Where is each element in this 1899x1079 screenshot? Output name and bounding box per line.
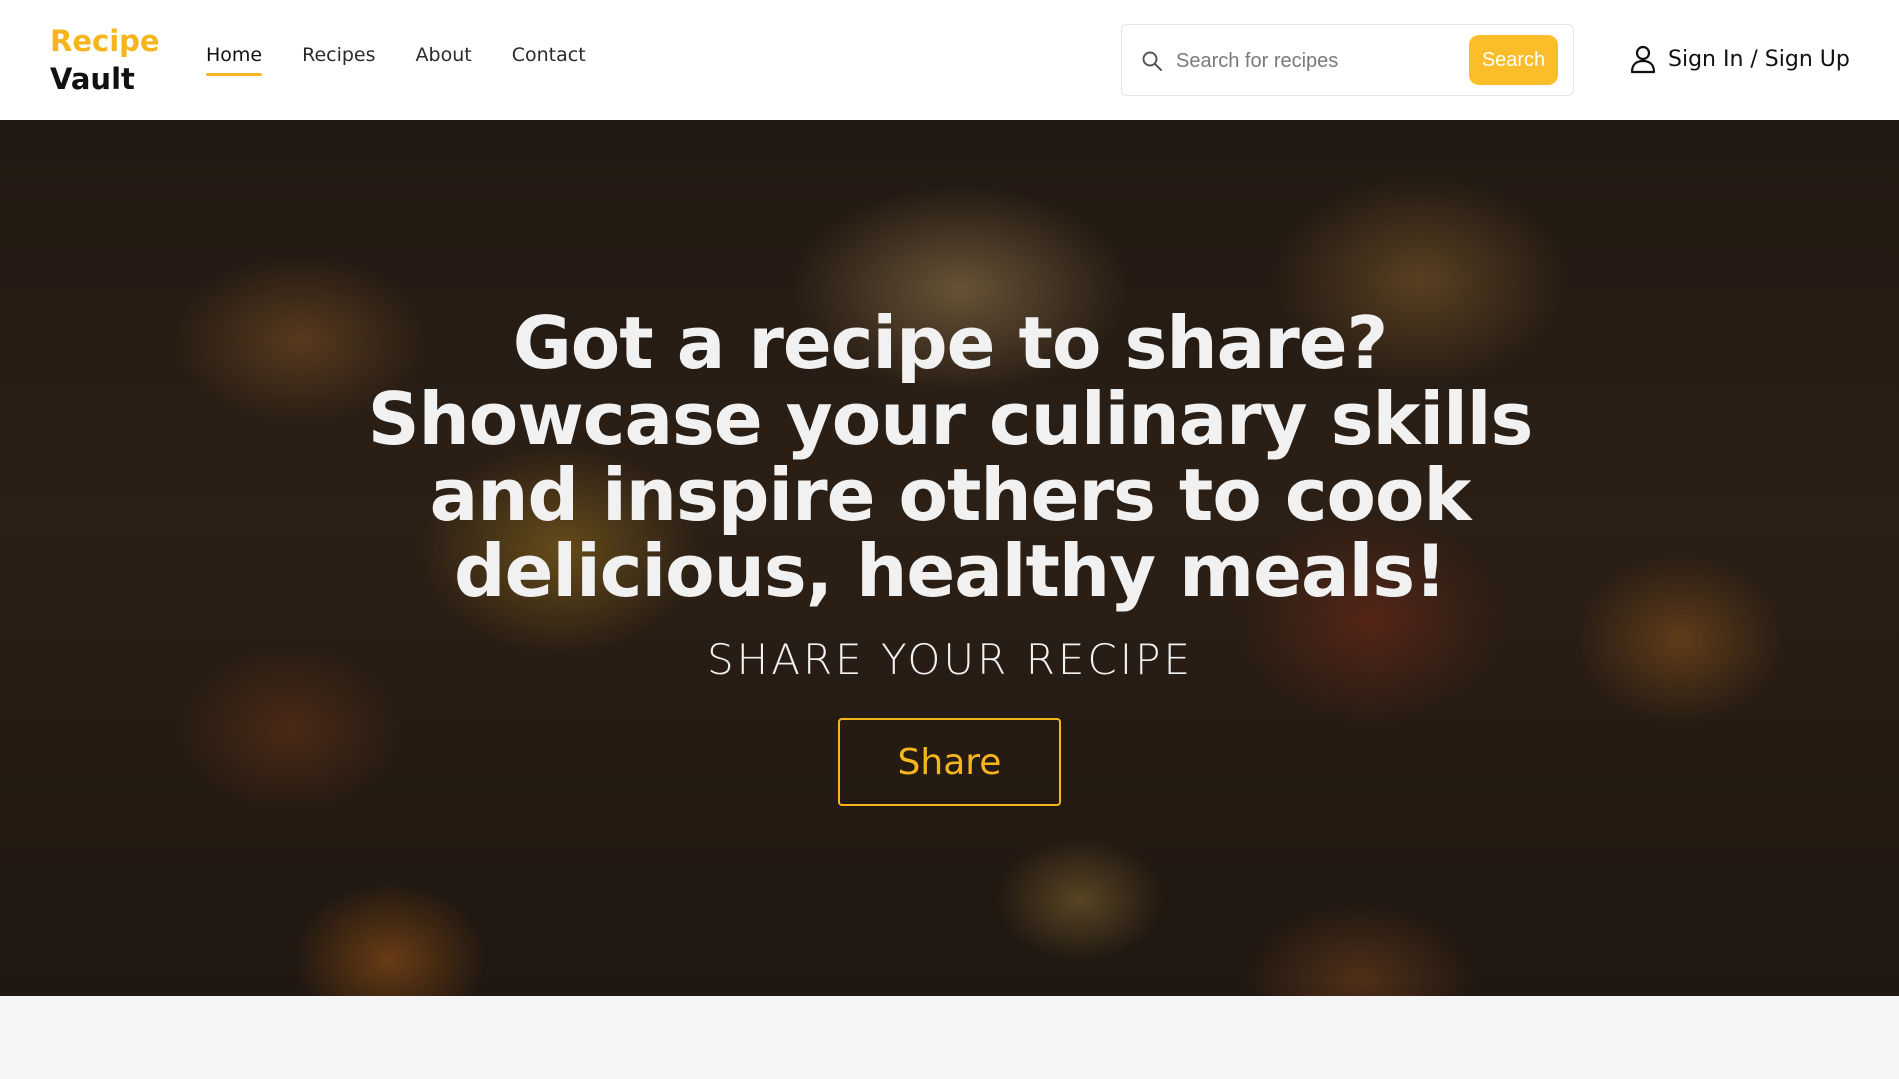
nav-home[interactable]: Home — [206, 44, 263, 76]
hero-banner: Got a recipe to share? Showcase your cul… — [0, 120, 1899, 996]
user-icon — [1630, 45, 1656, 74]
site-header: Recipe Vault Home Recipes About Contact … — [0, 0, 1899, 120]
share-button[interactable]: Share — [838, 718, 1061, 806]
search-bar: Search — [1121, 24, 1574, 96]
nav-about[interactable]: About — [416, 44, 472, 76]
logo-text-vault: Vault — [50, 62, 135, 96]
search-input[interactable] — [1176, 45, 1446, 77]
search-button[interactable]: Search — [1469, 35, 1558, 85]
sign-in-link[interactable]: Sign In / Sign Up — [1630, 44, 1850, 74]
main-nav: Home Recipes About Contact — [206, 44, 586, 76]
nav-contact[interactable]: Contact — [512, 44, 586, 76]
nav-recipes[interactable]: Recipes — [302, 44, 375, 76]
hero-title: Got a recipe to share? Showcase your cul… — [367, 301, 1534, 613]
logo-text-recipe: Recipe — [50, 24, 160, 58]
logo[interactable]: Recipe Vault — [50, 22, 160, 98]
hero-subtitle: SHARE YOUR RECIPE — [706, 635, 1194, 684]
sign-in-label: Sign In / Sign Up — [1668, 46, 1850, 72]
search-icon — [1142, 51, 1162, 71]
content-section — [0, 996, 1899, 1079]
